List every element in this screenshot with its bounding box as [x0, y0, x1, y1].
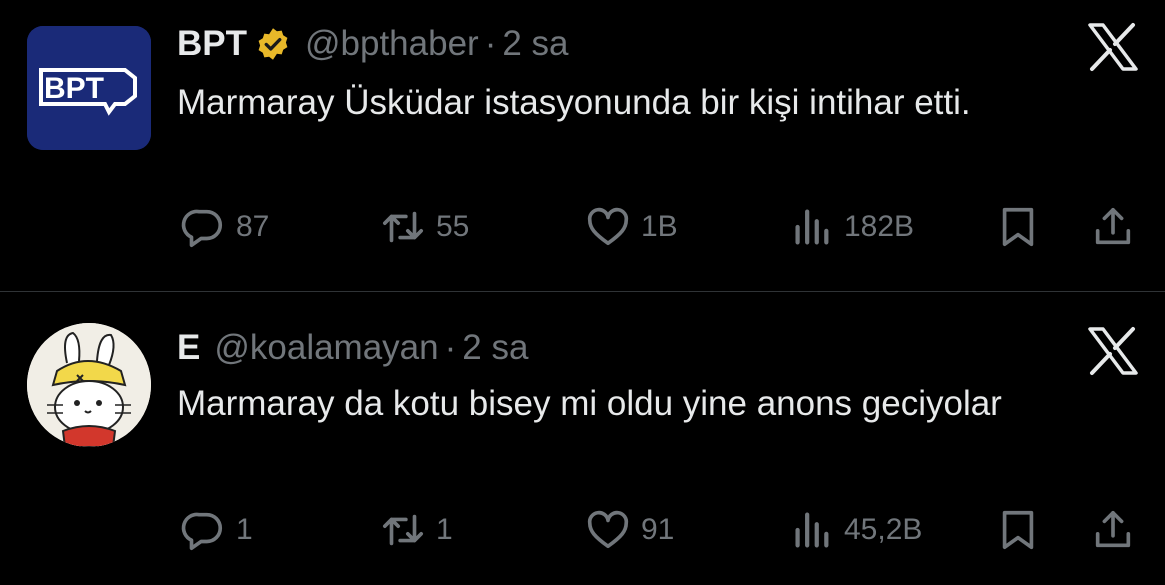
reply-button[interactable]: 87 [180, 202, 269, 252]
tweet-actions: 87 55 1B 182B [0, 202, 1165, 252]
display-name[interactable]: E [177, 328, 200, 368]
reply-count: 1 [236, 513, 253, 546]
tweet[interactable]: E @koalamayan · 2 sa Marmaray da kotu bi… [0, 292, 1165, 585]
repost-button[interactable]: 55 [380, 202, 469, 252]
cat-avatar-icon [27, 323, 151, 447]
user-handle[interactable]: @bpthaber [305, 24, 479, 64]
like-count: 91 [641, 513, 675, 546]
like-button[interactable]: 1B [585, 202, 678, 252]
views-button[interactable]: 182B [788, 202, 914, 252]
views-button[interactable]: 45,2B [788, 505, 922, 555]
tweet-actions: 1 1 91 45,2B [0, 505, 1165, 555]
bookmark-button[interactable] [995, 202, 1041, 252]
views-count: 45,2B [844, 513, 923, 546]
views-icon [795, 512, 829, 548]
bookmark-icon [1002, 207, 1034, 247]
timestamp[interactable]: 2 sa [462, 328, 528, 368]
bookmark-icon [1002, 510, 1034, 550]
share-button[interactable] [1090, 202, 1136, 252]
repost-icon [382, 211, 424, 243]
x-logo-icon[interactable] [1086, 22, 1140, 72]
like-icon [587, 510, 629, 549]
avatar[interactable]: BPT [27, 26, 151, 150]
reply-icon [181, 512, 223, 551]
verified-badge-icon[interactable] [255, 26, 291, 62]
reply-button[interactable]: 1 [180, 505, 253, 555]
tweet[interactable]: BPT BPT @bpthaber · 2 sa Marmaray Üsküda… [0, 0, 1165, 291]
tweet-text: Marmaray Üsküdar istasyonunda bir kişi i… [177, 83, 971, 122]
reply-count: 87 [236, 210, 270, 243]
bookmark-button[interactable] [995, 505, 1041, 555]
views-count: 182B [844, 210, 915, 243]
tweet-text: Marmaray da kotu bisey mi oldu yine anon… [177, 384, 1002, 423]
x-logo-icon[interactable] [1086, 326, 1140, 376]
avatar[interactable] [27, 323, 151, 447]
repost-count: 55 [436, 210, 470, 243]
share-button[interactable] [1090, 505, 1136, 555]
tweet-header: BPT @bpthaber · 2 sa [177, 24, 569, 64]
bpt-logo-icon: BPT [27, 26, 151, 150]
like-icon [587, 207, 629, 246]
timestamp[interactable]: 2 sa [502, 24, 568, 64]
like-button[interactable]: 91 [585, 505, 674, 555]
separator-dot: · [484, 24, 497, 63]
repost-button[interactable]: 1 [380, 505, 453, 555]
repost-count: 1 [436, 513, 453, 546]
like-count: 1B [641, 210, 678, 243]
tweet-header: E @koalamayan · 2 sa [177, 328, 528, 368]
share-icon [1095, 510, 1131, 548]
avatar-logo-text: BPT [44, 72, 104, 105]
user-handle[interactable]: @koalamayan [214, 328, 438, 368]
repost-icon [382, 514, 424, 546]
share-icon [1095, 207, 1131, 245]
display-name[interactable]: BPT [177, 24, 247, 64]
reply-icon [181, 209, 223, 248]
views-icon [795, 209, 829, 245]
separator-dot: · [444, 328, 457, 367]
